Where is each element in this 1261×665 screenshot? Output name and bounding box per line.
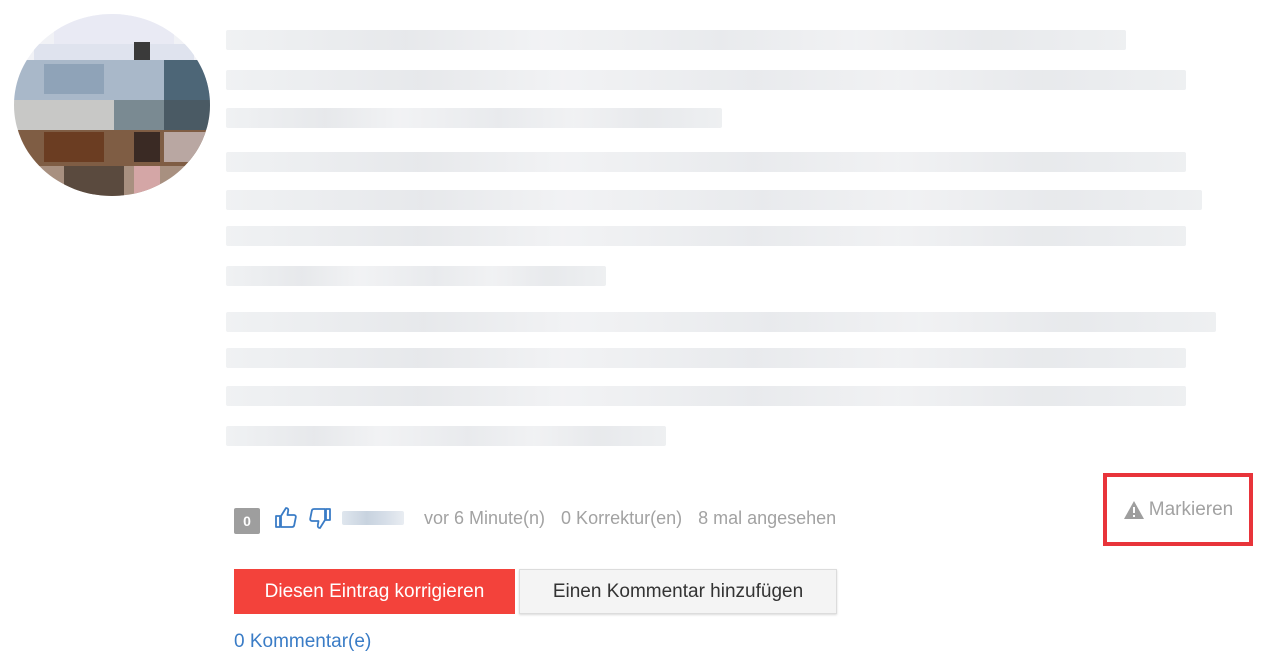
vote-count-badge: 0	[234, 508, 260, 534]
view-count: 8 mal angesehen	[698, 507, 837, 528]
blurred-text-line	[226, 190, 1202, 210]
warning-icon	[1123, 500, 1144, 519]
blurred-text-line	[226, 226, 1186, 246]
blurred-text-line	[226, 312, 1216, 332]
author-name-blurred[interactable]	[342, 511, 404, 525]
post-meta-bar: 0 vor 6 Minute(n) 0 Korrektur(en) 8 mal …	[234, 503, 837, 534]
flag-label: Markieren	[1148, 498, 1234, 520]
correct-entry-button[interactable]: Diesen Eintrag korrigieren	[234, 569, 515, 614]
blurred-text-line	[226, 108, 722, 128]
blurred-text-line	[226, 70, 1186, 90]
thumbs-up-icon[interactable]	[274, 506, 298, 530]
blurred-text-line	[226, 152, 1186, 172]
thumbs-down-icon[interactable]	[308, 506, 332, 530]
add-comment-button[interactable]: Einen Kommentar hinzufügen	[519, 569, 837, 614]
blurred-text-line	[226, 426, 666, 446]
user-avatar[interactable]	[14, 14, 210, 196]
flag-button[interactable]: Markieren	[1103, 473, 1253, 546]
post-body-blurred	[226, 22, 1226, 452]
blurred-text-line	[226, 348, 1186, 368]
time-ago: vor 6 Minute(n)	[424, 507, 546, 528]
avatar-pixelated-image	[14, 14, 210, 196]
comments-count-link[interactable]: 0 Kommentar(e)	[234, 631, 371, 653]
blurred-text-line	[226, 30, 1126, 50]
blurred-text-line	[226, 266, 606, 286]
corrections-count: 0 Korrektur(en)	[561, 507, 683, 528]
blurred-text-line	[226, 386, 1186, 406]
